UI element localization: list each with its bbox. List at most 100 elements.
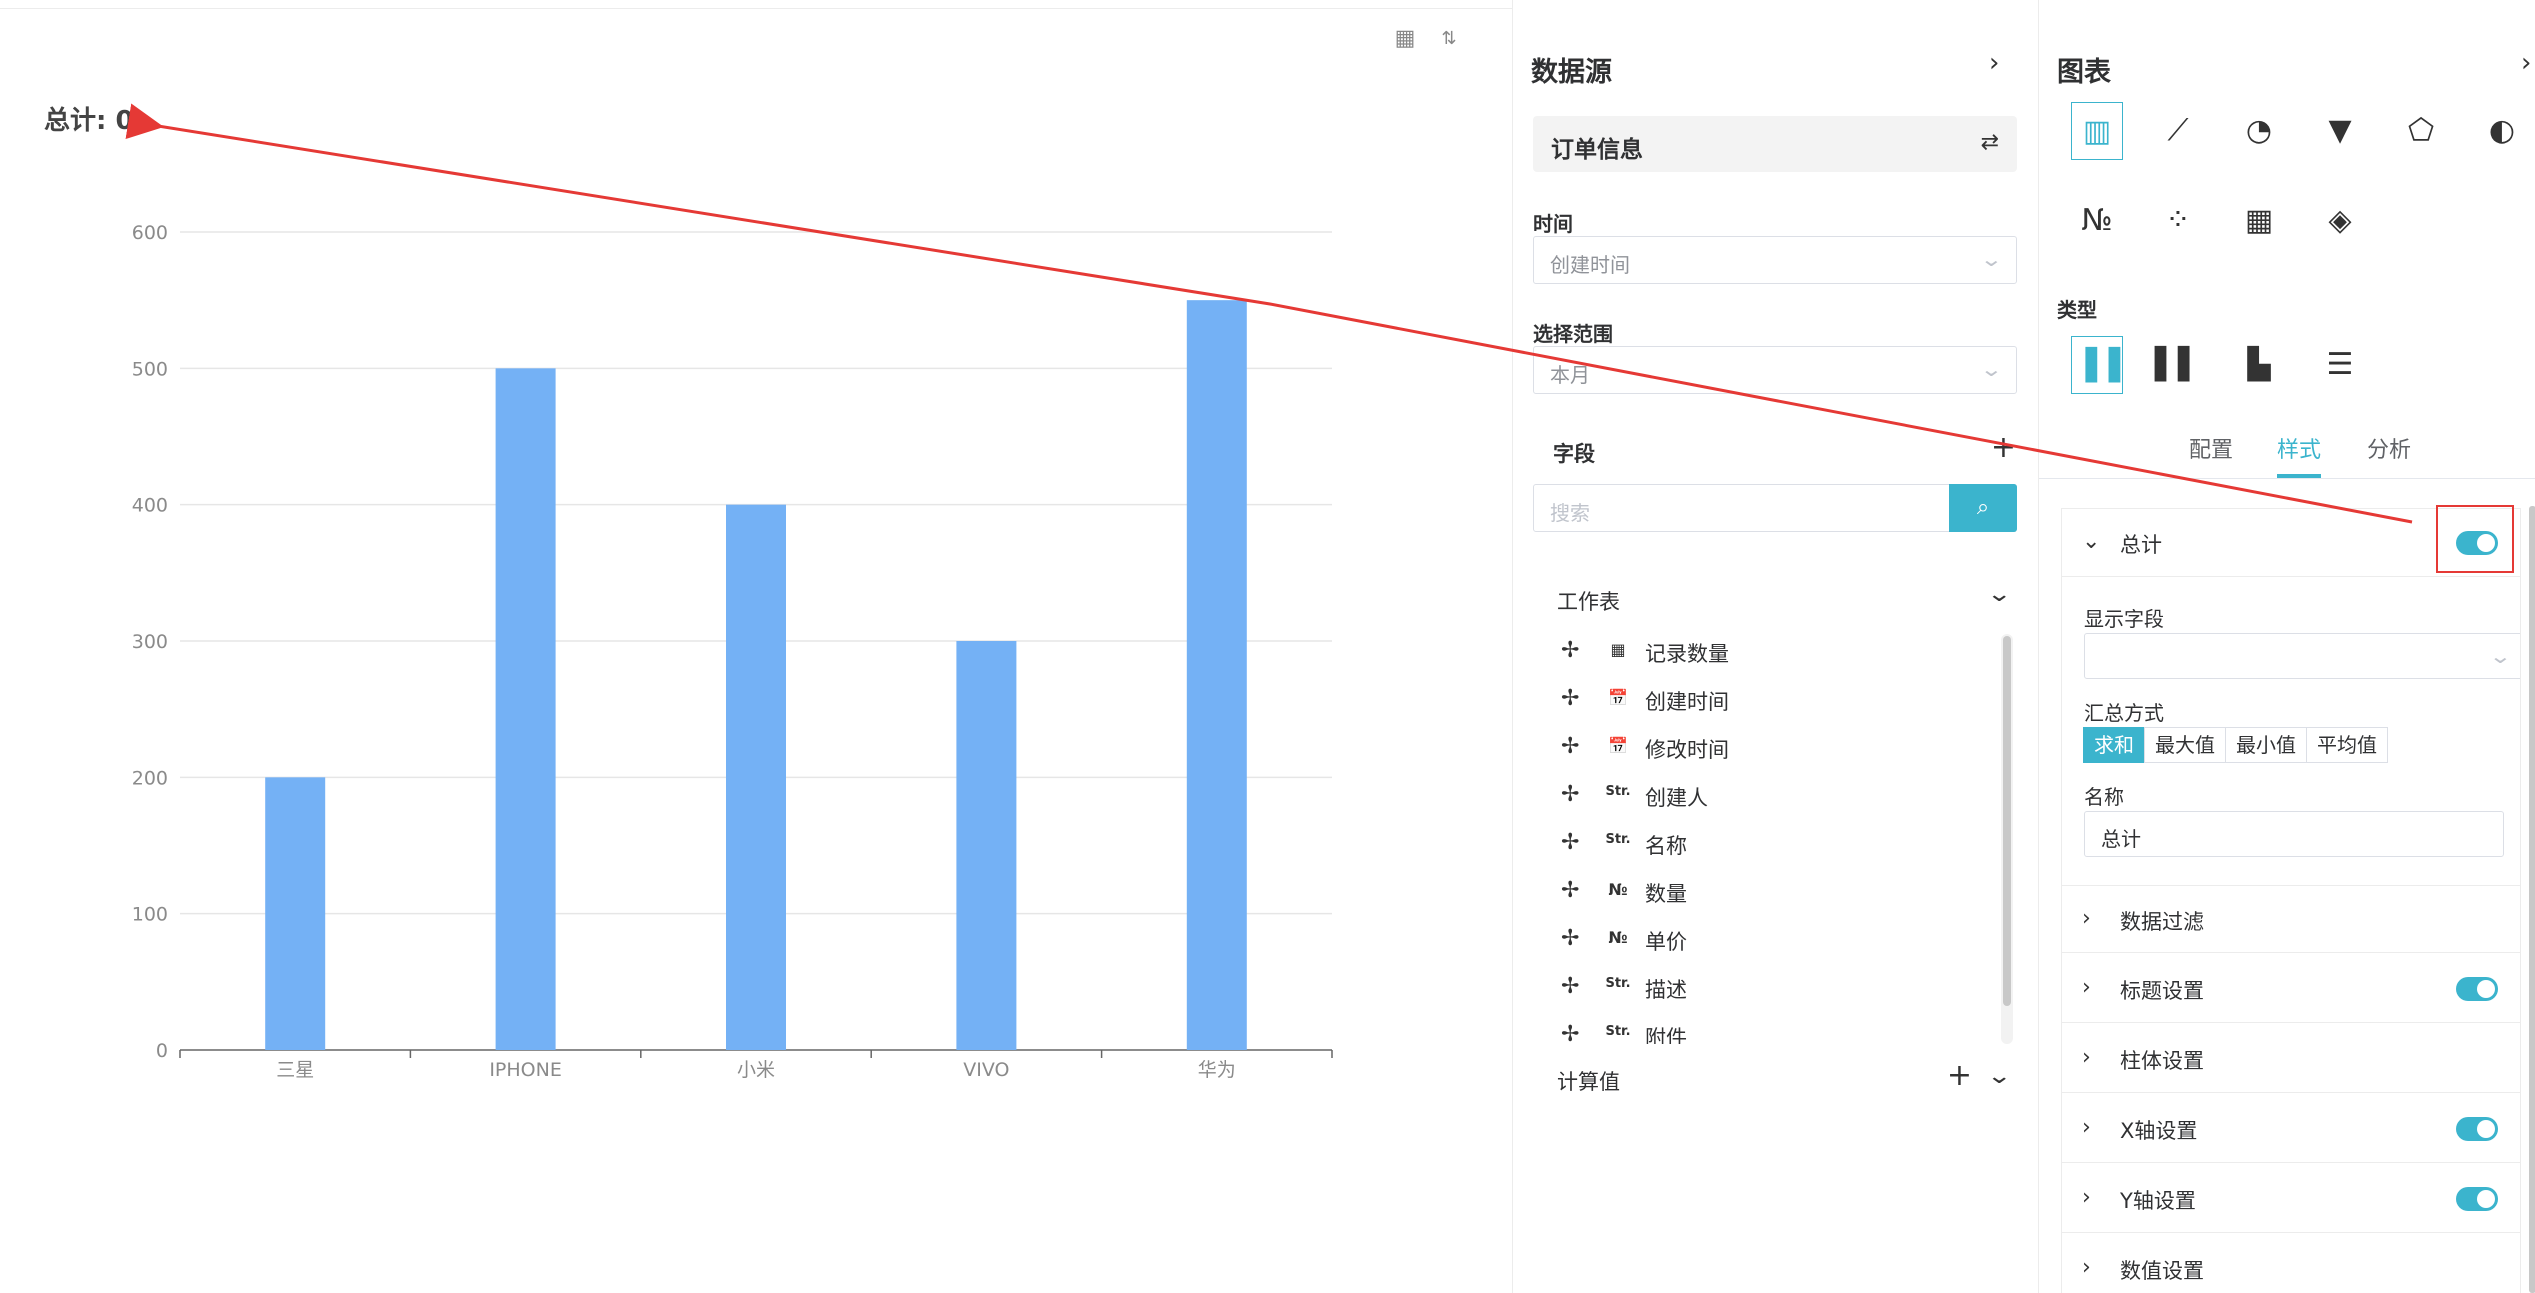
fields-heading: 字段 [1553,442,1595,466]
datasource-name: 订单信息 [1551,137,1643,163]
x-tick-label: VIVO [963,1059,1009,1081]
aggregation-option-button[interactable]: 最小值 [2225,727,2307,763]
y-tick-label: 400 [132,495,168,517]
tab-analysis[interactable]: 分析 [2367,432,2411,464]
gauge-chart-icon[interactable]: ◐ [2476,102,2528,160]
field-list-item[interactable]: ✢ Str. 创建人 [1549,780,1969,816]
aggregation-option-button[interactable]: 平均值 [2306,727,2388,763]
collapse-chevron-right-icon[interactable]: › [2521,48,2531,78]
chevron-down-icon[interactable]: ⌄ [1986,582,2012,607]
chart-canvas: ▦ ⇅ 总计: 0 0 100 200 300 400 500 600 三星 IPHONE 小米 V… [0,0,1512,1293]
field-list-item[interactable]: ✢ Str. 描述 [1549,972,1969,1008]
settings-section-title: 数据过滤 [2120,910,2204,934]
drag-handle-icon[interactable]: ✢ [1561,878,1579,903]
search-button[interactable]: ⌕ [1949,484,2017,532]
datasource-panel: 数据源 › 订单信息 ⇄ 时间 创建时间 ⌄ 选择范围 本月 ⌄ 字段 + 搜索… [1512,0,2038,1293]
field-list-item[interactable]: ✢ № 数量 [1549,876,1969,912]
tab-config[interactable]: 配置 [2189,432,2233,464]
scatter-chart-icon[interactable]: ⁘ [2152,192,2204,250]
settings-section-header[interactable]: › 柱体设置 [2062,1025,2520,1093]
calc-fields-heading[interactable]: 计算值 [1557,1066,1620,1096]
section-toggle[interactable] [2456,1187,2498,1211]
pie-chart-icon[interactable]: ◔ [2233,102,2285,160]
total-name-input[interactable]: 总计 [2084,811,2504,857]
settings-section-title: 柱体设置 [2120,1049,2204,1073]
number-card-icon[interactable]: № [2071,192,2123,250]
x-tick-label: 华为 [1198,1059,1236,1081]
table-chart-icon[interactable]: ▦ [2233,192,2285,250]
drag-handle-icon[interactable]: ✢ [1561,686,1579,711]
horizontal-bar-icon[interactable]: ☰ [2314,336,2366,394]
map-chart-icon[interactable]: ◈ [2314,192,2366,250]
section-toggle[interactable] [2456,1117,2498,1141]
field-list-item[interactable]: ✢ ▦ 记录数量 [1549,636,1969,672]
field-name: 创建时间 [1645,690,1729,714]
settings-section-header[interactable]: › Y轴设置 [2062,1165,2520,1233]
field-name: 名称 [1645,834,1687,858]
grouped-bar-icon[interactable]: ▐▐ [2071,336,2123,394]
aggregation-option-button[interactable]: 最大值 [2144,727,2226,763]
funnel-chart-icon[interactable]: ▼ [2314,102,2366,160]
line-chart-icon[interactable]: ⟋ [2152,102,2204,160]
calc-icon: ▦ [1610,640,1626,659]
field-list-item[interactable]: ✢ № 单价 [1549,924,1969,960]
drag-handle-icon[interactable]: ✢ [1561,638,1579,663]
subtype-label: 类型 [2057,298,2097,322]
string-icon: Str. [1605,1024,1631,1039]
field-list: ✢ ▦ 记录数量 ✢ 📅 创建时间 ✢ 📅 修改时间 ✢ Str. 创建人 ✢ Str. 名称 ✢ № 数量 ✢ № 单… [1549,636,2009,1044]
field-name: 创建人 [1645,786,1708,810]
tab-divider [2039,478,2535,479]
worksheet-heading[interactable]: 工作表 [1557,586,1620,616]
bar [265,777,326,1050]
calendar-icon: 📅 [1608,736,1628,755]
time-select[interactable]: 创建时间 ⌄ [1533,236,2017,284]
settings-section-header[interactable]: › 数据过滤 [2062,885,2520,953]
agg-label: 汇总方式 [2084,701,2164,725]
drag-handle-icon[interactable]: ✢ [1561,926,1579,951]
datasource-selector[interactable]: 订单信息 ⇄ [1533,116,2017,172]
number-icon: № [1608,928,1628,947]
chevron-down-icon[interactable]: ⌄ [1986,1064,2012,1089]
range-select[interactable]: 本月 ⌄ [1533,346,2017,394]
drag-handle-icon[interactable]: ✢ [1561,974,1579,999]
display-field-select[interactable]: ⌄ [2084,633,2520,679]
field-search-input[interactable]: 搜索 ⌕ [1533,484,2017,532]
y-tick-label: 600 [132,222,168,244]
aggregation-option-button[interactable]: 求和 [2083,727,2145,763]
field-list-item[interactable]: ✢ Str. 名称 [1549,828,1969,864]
field-list-item[interactable]: ✢ Str. 附件 [1549,1020,1969,1044]
chevron-right-icon: › [2082,1115,2091,1140]
style-settings-list: ⌄ 总计 显示字段 ⌄ 汇总方式 求和 最大值 最小值 平均值 名称 总计 › 数据过滤… [2061,508,2521,1293]
number-icon: № [1608,880,1628,899]
add-field-plus-icon[interactable]: + [1991,430,2016,465]
field-list-item[interactable]: ✢ 📅 创建时间 [1549,684,1969,720]
field-name: 单价 [1645,930,1687,954]
field-list-scrollbar-thumb[interactable] [2003,636,2011,1006]
basic-bar-icon[interactable]: ▙ [2233,336,2285,394]
drag-handle-icon[interactable]: ✢ [1561,782,1579,807]
collapse-chevron-right-icon[interactable]: › [1989,48,1999,78]
field-list-item[interactable]: ✢ 📅 修改时间 [1549,732,1969,768]
section-toggle[interactable] [2456,977,2498,1001]
drag-handle-icon[interactable]: ✢ [1561,1022,1579,1044]
settings-section-title: X轴设置 [2120,1119,2198,1143]
settings-section-header[interactable]: › 标题设置 [2062,955,2520,1023]
swap-icon[interactable]: ⇄ [1981,130,1999,155]
field-name: 描述 [1645,978,1687,1002]
stacked-bar-icon[interactable]: ▌▌ [2152,336,2204,394]
bar-chart: 0 100 200 300 400 500 600 三星 IPHONE 小米 VIVO 华为 [132,222,1333,1081]
drag-handle-icon[interactable]: ✢ [1561,830,1579,855]
settings-section-header[interactable]: › X轴设置 [2062,1095,2520,1163]
tab-style[interactable]: 样式 [2277,432,2321,464]
field-name: 修改时间 [1645,738,1729,762]
drag-handle-icon[interactable]: ✢ [1561,734,1579,759]
config-scrollbar[interactable] [2529,506,2535,1293]
settings-section-header[interactable]: › 数值设置 [2062,1235,2520,1293]
y-tick-label: 100 [132,904,168,926]
bar-chart-icon[interactable]: ▥ [2071,102,2123,160]
radar-chart-icon[interactable]: ⬠ [2395,102,2447,160]
chevron-down-icon: ⌄ [2488,644,2513,668]
add-calc-plus-icon[interactable]: + [1947,1058,1972,1093]
x-tick-label: 三星 [276,1059,314,1081]
datasource-title: 数据源 [1531,57,1612,88]
